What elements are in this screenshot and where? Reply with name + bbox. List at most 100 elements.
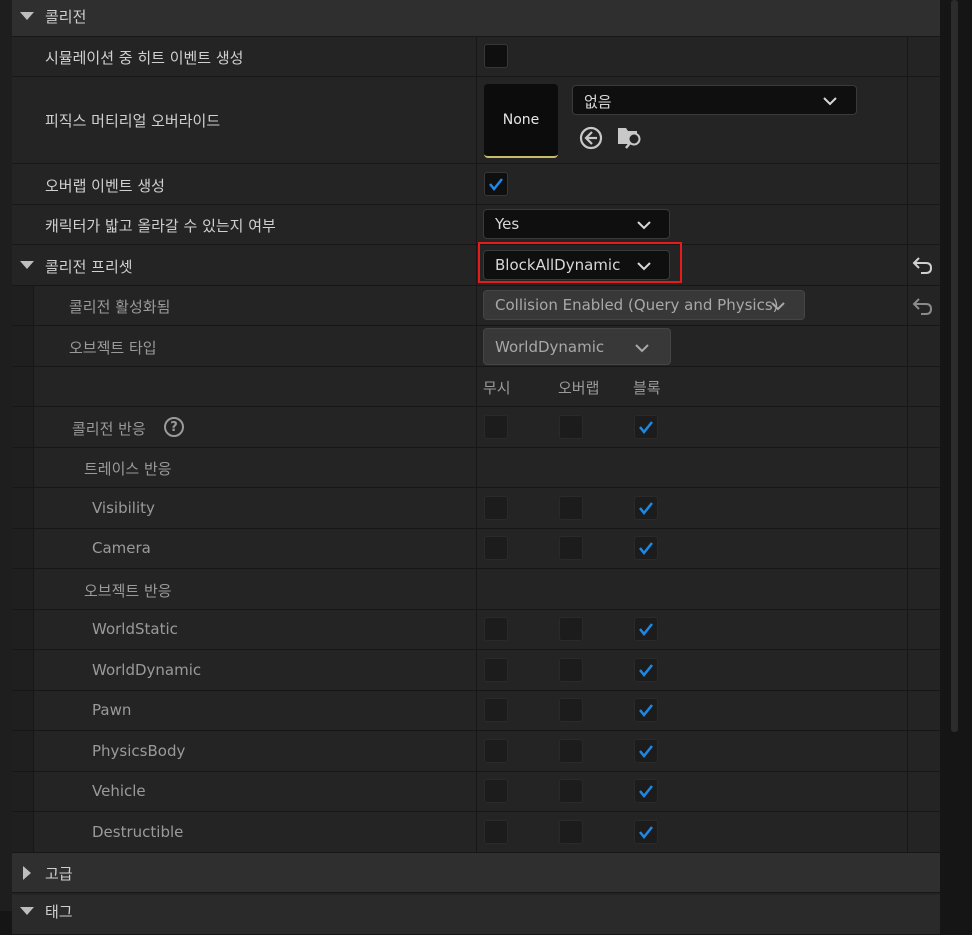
dropdown-value: Collision Enabled (Query and Physics) xyxy=(495,296,779,314)
column-divider xyxy=(476,691,477,730)
response-row: PhysicsBody xyxy=(12,731,940,772)
block-checkbox[interactable] xyxy=(634,658,658,682)
overlap-checkbox[interactable] xyxy=(559,779,583,803)
column-divider xyxy=(476,569,477,609)
ignore-checkbox[interactable] xyxy=(484,496,508,520)
column-divider xyxy=(476,772,477,811)
column-divider xyxy=(907,37,908,76)
block-checkbox[interactable] xyxy=(634,617,658,641)
ignore-checkbox[interactable] xyxy=(484,415,508,439)
column-divider xyxy=(907,448,908,487)
property-row-collision-enabled: 콜리전 활성화됨 Collision Enabled (Query and Ph… xyxy=(12,286,940,326)
column-divider xyxy=(907,610,908,649)
column-divider xyxy=(476,448,477,487)
block-checkbox[interactable] xyxy=(634,496,658,520)
checkmark-icon xyxy=(639,542,653,556)
collision-enabled-dropdown[interactable]: Collision Enabled (Query and Physics) xyxy=(483,290,805,320)
ignore-checkbox[interactable] xyxy=(484,658,508,682)
chevron-down-icon xyxy=(637,221,651,230)
column-divider xyxy=(907,812,908,852)
section-header-collision[interactable]: 콜리전 xyxy=(12,0,940,37)
response-row: Vehicle xyxy=(12,772,940,812)
overlap-checkbox[interactable] xyxy=(559,617,583,641)
overlap-checkbox[interactable] xyxy=(559,658,583,682)
block-checkbox[interactable] xyxy=(634,820,658,844)
ignore-checkbox[interactable] xyxy=(484,779,508,803)
folder-search-icon[interactable] xyxy=(617,124,644,150)
triangle-down-icon[interactable] xyxy=(20,12,34,20)
reset-arrow-icon[interactable] xyxy=(912,296,934,316)
ignore-checkbox[interactable] xyxy=(484,820,508,844)
checkmark-icon xyxy=(639,623,653,637)
block-checkbox[interactable] xyxy=(634,739,658,763)
object-type-dropdown[interactable]: WorldDynamic xyxy=(483,328,671,365)
property-label: 시뮬레이션 중 히트 이벤트 생성 xyxy=(45,49,244,67)
block-checkbox[interactable] xyxy=(634,698,658,722)
triangle-right-icon[interactable] xyxy=(23,866,31,880)
property-label: 오버랩 이벤트 생성 xyxy=(45,177,165,195)
block-checkbox[interactable] xyxy=(634,536,658,560)
overlap-checkbox[interactable] xyxy=(559,536,583,560)
overlap-checkbox[interactable] xyxy=(559,698,583,722)
ignore-checkbox[interactable] xyxy=(484,536,508,560)
help-icon[interactable]: ? xyxy=(164,417,184,437)
column-divider xyxy=(907,731,908,771)
indent-gutter xyxy=(12,569,34,609)
phys-material-dropdown[interactable]: 없음 xyxy=(572,85,857,115)
response-column-header-row: 무시 오버랩 블록 xyxy=(12,367,940,407)
column-divider xyxy=(907,407,908,447)
indent-gutter xyxy=(12,691,34,730)
step-up-dropdown[interactable]: Yes xyxy=(483,209,670,239)
indent-gutter xyxy=(12,812,34,852)
checkmark-icon xyxy=(639,664,653,678)
ignore-checkbox[interactable] xyxy=(484,739,508,763)
scrollbar[interactable] xyxy=(951,0,958,732)
block-checkbox[interactable] xyxy=(634,779,658,803)
property-label: 콜리전 활성화됨 xyxy=(69,298,171,316)
indent-gutter xyxy=(12,367,34,406)
overlap-checkbox[interactable] xyxy=(559,820,583,844)
object-responses-header: 오브젝트 반응 xyxy=(12,569,940,610)
property-label: 콜리전 반응 xyxy=(72,420,146,438)
arrow-left-circle-icon[interactable] xyxy=(578,125,604,151)
asset-thumbnail[interactable]: None xyxy=(484,84,558,158)
ignore-checkbox[interactable] xyxy=(484,698,508,722)
response-row: WorldStatic xyxy=(12,610,940,650)
column-divider xyxy=(907,164,908,204)
indent-gutter xyxy=(12,772,34,811)
indent-gutter xyxy=(12,610,34,649)
column-divider xyxy=(907,772,908,811)
column-divider xyxy=(907,529,908,568)
dropdown-value: WorldDynamic xyxy=(495,338,605,356)
column-divider xyxy=(907,326,908,366)
triangle-down-icon[interactable] xyxy=(20,261,34,269)
triangle-down-icon[interactable] xyxy=(20,907,34,915)
section-header-advanced[interactable]: 고급 xyxy=(12,853,940,893)
section-title: 고급 xyxy=(45,865,73,883)
column-divider xyxy=(907,650,908,690)
response-row: Destructible xyxy=(12,812,940,853)
trace-responses-header: 트레이스 반응 xyxy=(12,448,940,488)
overlap-checkbox[interactable] xyxy=(559,415,583,439)
overlap-checkbox[interactable] xyxy=(484,172,508,196)
sim-hit-checkbox[interactable] xyxy=(484,44,508,68)
column-divider xyxy=(907,691,908,730)
ignore-checkbox[interactable] xyxy=(484,617,508,641)
indent-gutter xyxy=(12,407,34,447)
overlap-checkbox[interactable] xyxy=(559,739,583,763)
highlight-box xyxy=(478,242,682,283)
reset-arrow-icon[interactable] xyxy=(912,255,934,275)
section-header-tags[interactable]: 태그 xyxy=(12,895,940,935)
column-block: 블록 xyxy=(633,379,661,397)
block-checkbox[interactable] xyxy=(634,415,658,439)
checkmark-icon xyxy=(639,704,653,718)
overlap-checkbox[interactable] xyxy=(559,496,583,520)
column-divider xyxy=(476,367,477,406)
left-gutter xyxy=(0,0,12,911)
checkmark-icon xyxy=(639,421,653,435)
column-divider xyxy=(907,367,908,406)
column-divider xyxy=(907,488,908,528)
column-divider xyxy=(476,286,477,325)
column-divider xyxy=(476,37,477,76)
checkmark-icon xyxy=(639,785,653,799)
